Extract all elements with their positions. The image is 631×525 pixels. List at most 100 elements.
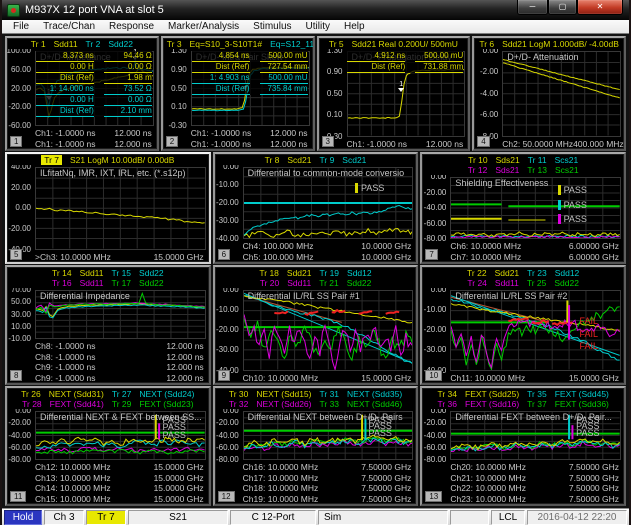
trace-label[interactable]: FEXT (Sdd25) [465, 389, 519, 399]
panel-number-badge[interactable]: 8 [10, 370, 22, 381]
trace-label[interactable]: FEXT (Sdd41) [50, 399, 104, 409]
trace-label[interactable]: Tr 6 [479, 39, 494, 49]
trace-label[interactable]: FEXT (Sdd36) [555, 399, 609, 409]
trace-label[interactable]: Tr 3 [167, 39, 182, 49]
trace-label[interactable]: NEXT (Sdd31) [49, 389, 104, 399]
panel-number-badge[interactable]: 5 [10, 249, 22, 260]
menu-item-help[interactable]: Help [337, 21, 372, 33]
trace-label[interactable]: Sdd21 [495, 268, 520, 278]
trace-label[interactable]: Sdd11 [287, 278, 311, 288]
trace-label[interactable]: Tr 2 [86, 39, 101, 49]
trace-label[interactable]: Tr 15 [112, 268, 132, 278]
trace-label[interactable]: NEXT (Sdd46) [347, 399, 402, 409]
menu-item-response[interactable]: Response [102, 21, 161, 33]
plot-body[interactable]: 0.00-20.00-40.00-60.00-80.00PASSPASSPASS… [422, 175, 624, 241]
trace-label[interactable]: Tr 8 [265, 155, 280, 165]
trace-label[interactable]: Tr 5 [329, 39, 344, 49]
panel-number-badge[interactable]: 2 [166, 136, 178, 147]
channel-panel-3[interactable]: Tr 5 Sdd21 Real 0.200U/ 500mU1.300.900.50… [317, 36, 471, 151]
channel-panel-7[interactable]: Tr 10Sds21Tr 11Scs21Tr 12Sds21Tr 13Scs21… [420, 152, 626, 264]
panel-number-badge[interactable]: 4 [477, 136, 489, 147]
plot-body[interactable]: 0.00-10.00-20.00-30.00-40.00PASSDifferen… [215, 165, 417, 241]
menu-item-utility[interactable]: Utility [299, 21, 337, 33]
menu-item-stimulus[interactable]: Stimulus [246, 21, 298, 33]
channel-panel-13[interactable]: Tr 34FEXT (Sdd25)Tr 35FEXT (Sdd45)Tr 36F… [420, 386, 626, 506]
trace-label[interactable]: Tr 13 [527, 165, 547, 175]
trace-label[interactable]: Tr 16 [52, 278, 72, 288]
trace-label[interactable]: Sdd11 [495, 278, 519, 288]
trace-label[interactable]: Tr 33 [320, 399, 340, 409]
trace-label[interactable]: Sds21 [496, 155, 520, 165]
title-bar[interactable]: M937X 12 port VNA at slot 5 ─ ▢ ✕ [2, 0, 629, 20]
menu-item-trace-chan[interactable]: Trace/Chan [36, 21, 102, 33]
trace-label[interactable]: Tr 29 [112, 399, 132, 409]
trace-label[interactable]: Tr 36 [437, 399, 457, 409]
panel-number-badge[interactable]: 9 [218, 370, 230, 381]
trace-label[interactable]: Tr 12 [468, 165, 488, 175]
panel-number-badge[interactable]: 12 [218, 491, 235, 502]
channel-panel-9[interactable]: Tr 18Sdd21Tr 19Sdd12Tr 20Sdd11Tr 21Sdd22… [213, 265, 419, 385]
panel-number-badge[interactable]: 7 [425, 249, 437, 260]
menu-item-marker-analysis[interactable]: Marker/Analysis [161, 21, 246, 33]
trace-label[interactable]: Tr 11 [528, 155, 547, 165]
trace-label[interactable]: Tr 25 [527, 278, 547, 288]
plot-body[interactable]: 0.00-10.00-20.00-30.00-40.00FAILFAILFAIL… [422, 288, 624, 373]
trace-label[interactable]: Tr 1 [31, 39, 46, 49]
channel-panel-2[interactable]: Tr 3 Eq=S10_3-S10T1# Eq=S12_11-S1.300.900.… [161, 36, 315, 151]
trace-label[interactable]: Sds21 [495, 165, 519, 175]
plot-area[interactable]: FAILFAILFAIL [450, 290, 621, 371]
trace-label[interactable]: NEXT (Sdd35) [347, 389, 402, 399]
trace-label[interactable]: Tr 34 [437, 389, 457, 399]
trace-label[interactable]: Tr 19 [320, 268, 340, 278]
trace-label[interactable]: Tr 20 [260, 278, 280, 288]
panel-number-badge[interactable]: 13 [425, 491, 442, 502]
trace-label[interactable]: Tr 30 [229, 389, 249, 399]
plot-body[interactable]: 0.00-10.00-20.00-30.00-40.00Differential… [215, 288, 417, 373]
trace-label[interactable]: Eq=S10_3-S10T1# [190, 39, 263, 49]
trace-label[interactable]: Sdd21 Real 0.200U/ 500mU [352, 39, 458, 49]
trace-label[interactable]: Tr 10 [468, 155, 488, 165]
trace-label[interactable]: Tr 23 [527, 268, 547, 278]
plot-body[interactable]: 40.0020.000.00-20.00-40.00ILfitatNq, IMR… [7, 165, 209, 252]
plot-body[interactable]: 1.300.900.500.10-0.301D+/D- Propagation … [319, 49, 469, 139]
trace-label[interactable]: Sdd22 [139, 268, 164, 278]
trace-label[interactable]: Tr 32 [229, 399, 249, 409]
plot-area[interactable] [502, 51, 621, 137]
trigger-state[interactable]: Hold [4, 510, 42, 525]
panel-number-badge[interactable]: 6 [218, 249, 230, 260]
channel-panel-4[interactable]: Tr 6Sdd21 LogM 1.000dB/ -4.00dB0.00-2.00… [472, 36, 626, 151]
channel-panel-6[interactable]: Tr 8Scd21Tr 9Scd210.00-10.00-20.00-30.00… [213, 152, 419, 264]
channel-panel-1[interactable]: Tr 1Sdd11Tr 2Sdd22100.0060.0020.00-20.00… [5, 36, 159, 151]
channel-panel-11[interactable]: Tr 26NEXT (Sdd31)Tr 27NEXT (Sdd24)Tr 28F… [5, 386, 211, 506]
plot-body[interactable]: 0.00-20.00-40.00-60.00-80.00PASSPASSPASS… [422, 409, 624, 462]
trace-label[interactable]: Sdd11 [80, 278, 104, 288]
plot-area[interactable] [243, 290, 414, 371]
trace-label[interactable]: Eq=S12_11-S [270, 39, 312, 49]
trace-label[interactable]: Sdd11 [80, 268, 104, 278]
trace-label[interactable]: Sdd22 [554, 278, 579, 288]
plot-body[interactable]: 100.0060.0020.00-20.00-60.0011D+/D- Impe… [7, 49, 157, 128]
trace-label[interactable]: Scs21 [555, 155, 579, 165]
trace-label[interactable]: Tr 17 [112, 278, 132, 288]
trace-label[interactable]: FEXT (Sdd45) [555, 389, 609, 399]
trace-label[interactable]: Tr 37 [527, 399, 547, 409]
trace-label[interactable]: Sdd22 [347, 278, 372, 288]
active-channel[interactable]: Ch 3 [44, 510, 84, 525]
trace-label[interactable]: Tr 27 [112, 389, 132, 399]
panel-number-badge[interactable]: 1 [10, 136, 22, 147]
maximize-button[interactable]: ▢ [548, 0, 577, 15]
trace-label[interactable]: Tr 21 [319, 278, 339, 288]
trace-label[interactable]: FEXT (Sdd16) [465, 399, 519, 409]
trace-label[interactable]: S21 LogM 10.00dB/ 0.00dB [70, 155, 174, 165]
trace-label[interactable]: Scd21 [287, 155, 311, 165]
trace-label[interactable]: Sdd21 LogM 1.000dB/ -4.00dB [502, 39, 619, 49]
trace-label[interactable]: Tr 14 [52, 268, 72, 278]
trace-label[interactable]: Sdd21 [287, 268, 312, 278]
trace-label[interactable]: Sdd12 [555, 268, 580, 278]
plot-body[interactable]: 0.00-20.00-40.00-60.00-80.00PASSPASSPASS… [215, 409, 417, 462]
plot-body[interactable]: 70.0050.0030.0010.00-10.00Differential I… [7, 288, 209, 341]
panel-number-badge[interactable]: 10 [425, 370, 442, 381]
plot-body[interactable]: 1.300.900.500.10-0.301D+/D- Intra Pair S… [163, 49, 313, 128]
plot-body[interactable]: 0.00-20.00-40.00-60.00-80.00PASSPASSPASS… [7, 409, 209, 462]
channel-panel-12[interactable]: Tr 30NEXT (Sdd15)Tr 31NEXT (Sdd35)Tr 32N… [213, 386, 419, 506]
